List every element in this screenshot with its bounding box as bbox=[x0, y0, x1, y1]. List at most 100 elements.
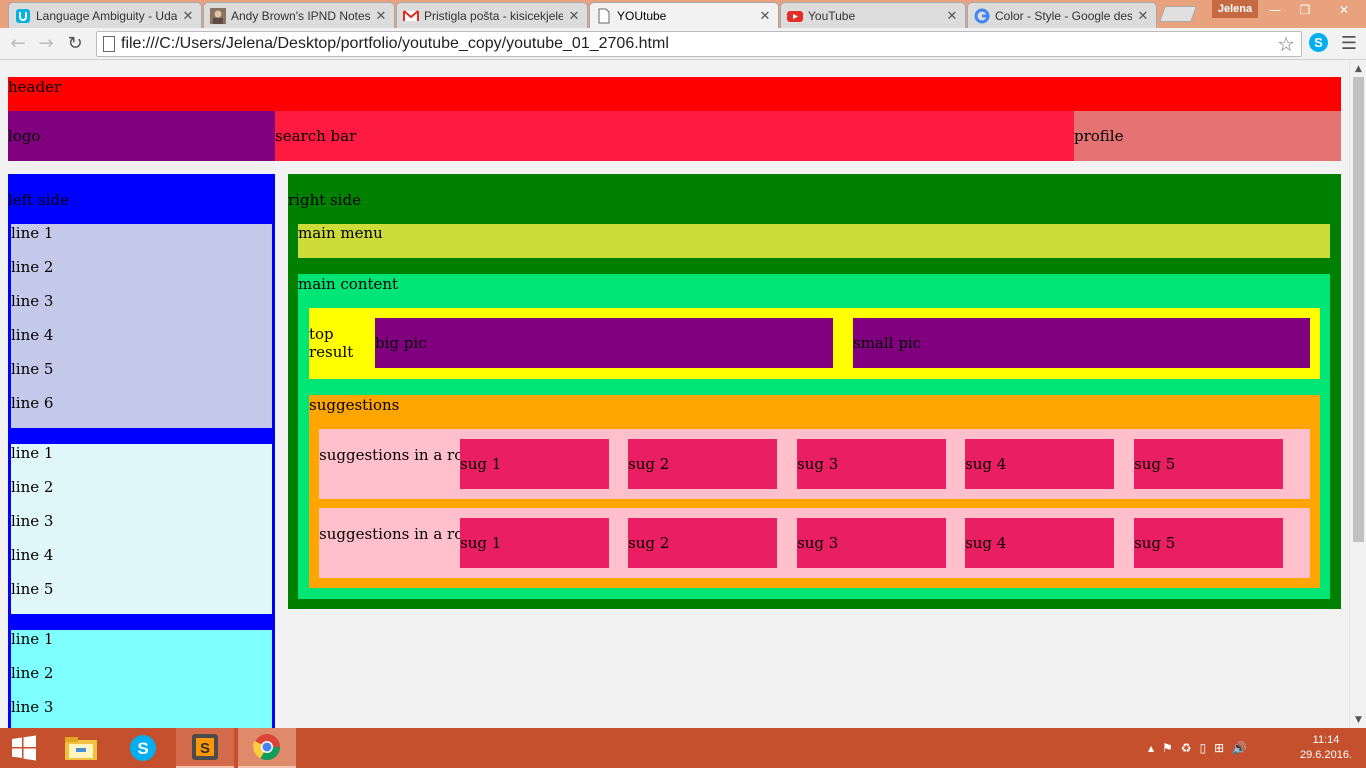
youtube-icon bbox=[787, 8, 803, 24]
suggestions-block: suggestions suggestions in a row sug 1 s… bbox=[309, 395, 1320, 588]
line-item: line 3 bbox=[11, 698, 54, 716]
line-item: line 4 bbox=[11, 546, 54, 564]
left-line-group-2: line 1 line 2 line 3 line 4 line 5 bbox=[11, 444, 272, 614]
tab-udacity[interactable]: Language Ambiguity - Udacity ✕ bbox=[8, 2, 202, 28]
close-icon[interactable]: ✕ bbox=[1136, 8, 1150, 24]
page-icon bbox=[103, 36, 115, 52]
sync-icon[interactable]: ♻ bbox=[1181, 741, 1192, 755]
search-bar-block: search bar bbox=[275, 111, 1074, 161]
line-item: line 1 bbox=[11, 444, 54, 462]
suggestion-item: sug 5 bbox=[1134, 439, 1283, 489]
sublime-text-icon[interactable]: S bbox=[176, 728, 234, 768]
browser-toolbar: ← → ↻ file:///C:/Users/Jelena/Desktop/po… bbox=[0, 28, 1366, 60]
main-menu-block: main menu bbox=[298, 224, 1330, 258]
back-arrow-icon[interactable]: ← bbox=[6, 32, 30, 56]
vertical-scrollbar[interactable]: ▲ ▼ bbox=[1349, 61, 1366, 728]
tab-gmail[interactable]: Pristigla pošta - kisicekjelena ✕ bbox=[396, 2, 588, 28]
new-tab-button[interactable] bbox=[1159, 6, 1197, 22]
close-icon[interactable]: ✕ bbox=[181, 8, 195, 24]
restore-icon[interactable]: ❐ bbox=[1290, 0, 1320, 20]
suggestion-item: sug 2 bbox=[628, 439, 777, 489]
top-result-block: top result big pic small pic bbox=[309, 308, 1320, 379]
forward-arrow-icon[interactable]: → bbox=[34, 32, 58, 56]
suggestion-item: sug 1 bbox=[460, 518, 609, 568]
address-bar[interactable]: file:///C:/Users/Jelena/Desktop/portfoli… bbox=[96, 31, 1302, 57]
line-item: line 3 bbox=[11, 292, 54, 310]
line-item: line 3 bbox=[11, 512, 54, 530]
header-block: header logo search bar profile bbox=[8, 77, 1341, 161]
avatar-icon bbox=[210, 7, 226, 24]
left-line-group-1: line 1 line 2 line 3 line 4 line 5 line … bbox=[11, 224, 272, 428]
skype-extension-icon[interactable]: S bbox=[1309, 33, 1328, 52]
scroll-down-arrow-icon[interactable]: ▼ bbox=[1350, 712, 1366, 728]
big-pic-block: big pic bbox=[375, 318, 833, 368]
tab-google-design[interactable]: Color - Style - Google design ✕ bbox=[967, 2, 1157, 28]
line-item: line 2 bbox=[11, 664, 54, 682]
header-label: header bbox=[8, 78, 62, 96]
scroll-up-arrow-icon[interactable]: ▲ bbox=[1350, 61, 1366, 77]
minimize-icon[interactable]: — bbox=[1260, 0, 1290, 20]
close-icon[interactable]: ✕ bbox=[567, 8, 581, 24]
line-item: line 2 bbox=[11, 258, 54, 276]
browser-tab-strip: Language Ambiguity - Udacity ✕ Andy Brow… bbox=[0, 0, 1366, 28]
close-icon[interactable]: ✕ bbox=[758, 8, 772, 24]
close-icon[interactable]: ✕ bbox=[374, 8, 388, 24]
windows-taskbar: S S ▴ ⚑ ♻ ▯ ⊞ 🔊 11:14 29.6.2016. bbox=[0, 728, 1366, 768]
line-item: line 5 bbox=[11, 580, 54, 598]
suggestions-row-label: suggestions in a row bbox=[319, 525, 477, 543]
suggestion-item: sug 2 bbox=[628, 518, 777, 568]
close-icon[interactable]: ✕ bbox=[945, 8, 959, 24]
suggestion-item: sug 5 bbox=[1134, 518, 1283, 568]
suggestion-item: sug 3 bbox=[797, 439, 946, 489]
page-content: header logo search bar profile left side… bbox=[8, 77, 1341, 728]
suggestions-row: suggestions in a row sug 1 sug 2 sug 3 s… bbox=[319, 508, 1310, 578]
menu-icon[interactable]: ☰ bbox=[1338, 32, 1360, 56]
line-item: line 4 bbox=[11, 326, 54, 344]
url-text[interactable]: file:///C:/Users/Jelena/Desktop/portfoli… bbox=[121, 35, 669, 53]
page-viewport: header logo search bar profile left side… bbox=[0, 61, 1366, 728]
battery-icon[interactable]: ▯ bbox=[1200, 741, 1207, 755]
line-item: line 2 bbox=[11, 478, 54, 496]
suggestion-item: sug 4 bbox=[965, 439, 1114, 489]
right-side-label: right side bbox=[288, 191, 362, 209]
suggestion-item: sug 1 bbox=[460, 439, 609, 489]
action-center-flag-icon[interactable]: ⚑ bbox=[1162, 741, 1173, 755]
main-content-label: main content bbox=[298, 275, 399, 293]
line-item: line 1 bbox=[11, 630, 54, 648]
header-row: logo search bar profile bbox=[8, 111, 1341, 161]
google-icon bbox=[974, 8, 990, 24]
tab-youtube[interactable]: YouTube ✕ bbox=[780, 2, 966, 28]
file-explorer-icon[interactable] bbox=[52, 728, 110, 768]
small-pic-block: small pic bbox=[853, 318, 1310, 368]
taskbar-clock[interactable]: 11:14 29.6.2016. bbox=[1295, 733, 1357, 763]
tab-youtube-copy[interactable]: YOUtube ✕ bbox=[589, 2, 779, 28]
line-item: line 1 bbox=[11, 224, 54, 242]
reload-icon[interactable]: ↻ bbox=[63, 32, 87, 56]
volume-icon[interactable]: 🔊 bbox=[1232, 741, 1247, 755]
file-icon bbox=[596, 8, 612, 24]
chrome-icon[interactable] bbox=[238, 728, 296, 768]
suggestion-item: sug 4 bbox=[965, 518, 1114, 568]
line-item: line 6 bbox=[11, 394, 54, 412]
profile-block: profile bbox=[1074, 111, 1341, 161]
udacity-icon bbox=[15, 8, 31, 24]
suggestion-item: sug 3 bbox=[797, 518, 946, 568]
show-hidden-icons-icon[interactable]: ▴ bbox=[1148, 741, 1154, 755]
star-icon[interactable]: ☆ bbox=[1277, 32, 1295, 56]
suggestions-row-label: suggestions in a row bbox=[319, 446, 477, 464]
skype-icon[interactable]: S bbox=[114, 728, 172, 768]
svg-text:S: S bbox=[200, 740, 210, 757]
right-side-block: right side main menu main content top re… bbox=[288, 174, 1341, 609]
network-icon[interactable]: ⊞ bbox=[1214, 741, 1224, 755]
profile-user-badge[interactable]: Jelena bbox=[1212, 0, 1258, 18]
left-side-block: left side line 1 line 2 line 3 line 4 li… bbox=[8, 174, 275, 728]
left-side-label: left side bbox=[8, 191, 69, 209]
window-close-icon[interactable]: ✕ bbox=[1322, 0, 1366, 20]
suggestions-row: suggestions in a row sug 1 sug 2 sug 3 s… bbox=[319, 429, 1310, 499]
line-item: line 5 bbox=[11, 360, 54, 378]
scrollbar-thumb[interactable] bbox=[1353, 77, 1364, 542]
main-content-block: main content top result big pic small pi… bbox=[298, 274, 1330, 599]
tab-andy-brown[interactable]: Andy Brown's IPND Notes ✕ bbox=[203, 2, 395, 28]
windows-start-icon[interactable] bbox=[0, 728, 48, 768]
svg-text:S: S bbox=[137, 739, 148, 758]
